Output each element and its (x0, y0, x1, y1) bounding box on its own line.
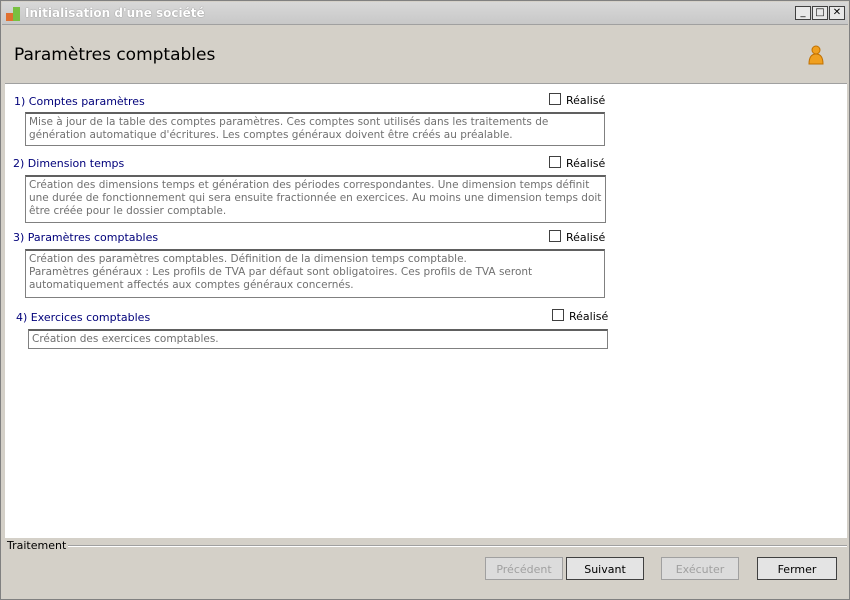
group-divider (61, 545, 847, 547)
step-title: 3) Paramètres comptables (13, 231, 159, 244)
step-title: 2) Dimension temps (13, 157, 125, 170)
realise-checkbox[interactable]: Réalisé (552, 309, 608, 323)
realise-checkbox[interactable]: Réalisé (549, 93, 605, 107)
checkbox-label: Réalisé (566, 94, 606, 107)
title-bar[interactable]: Initialisation d'une société _ □ ✕ (2, 2, 848, 25)
page-header: Paramètres comptables (2, 25, 848, 83)
step-description: Création des paramètres comptables. Défi… (25, 249, 605, 298)
main-window: Initialisation d'une société _ □ ✕ Param… (0, 0, 850, 600)
checkbox-box[interactable] (549, 93, 561, 105)
step-title: 1) Comptes paramètres (14, 95, 145, 108)
steps-panel: 1) Comptes paramètres Réalisé Mise à jou… (5, 83, 847, 538)
realise-checkbox[interactable]: Réalisé (549, 230, 605, 244)
next-button[interactable]: Suivant (566, 557, 644, 580)
step-description: Création des dimensions temps et générat… (25, 175, 606, 223)
previous-button[interactable]: Précédent (485, 557, 563, 580)
close-button[interactable]: Fermer (757, 557, 837, 580)
window-title: Initialisation d'une société (25, 6, 205, 20)
close-window-button[interactable]: ✕ (829, 6, 845, 20)
page-title: Paramètres comptables (14, 45, 216, 65)
minimize-button[interactable]: _ (795, 6, 811, 20)
user-icon (808, 45, 824, 65)
step-title: 4) Exercices comptables (16, 311, 151, 324)
maximize-button[interactable]: □ (812, 6, 828, 20)
group-label: Traitement (7, 539, 69, 552)
checkbox-box[interactable] (552, 309, 564, 321)
checkbox-box[interactable] (549, 156, 561, 168)
app-icon (6, 7, 20, 21)
execute-button[interactable]: Exécuter (661, 557, 739, 580)
step-description: Mise à jour de la table des comptes para… (25, 112, 605, 146)
step-description: Création des exercices comptables. (28, 329, 608, 349)
checkbox-label: Réalisé (566, 231, 606, 244)
checkbox-label: Réalisé (566, 157, 606, 170)
checkbox-label: Réalisé (569, 310, 609, 323)
realise-checkbox[interactable]: Réalisé (549, 156, 605, 170)
checkbox-box[interactable] (549, 230, 561, 242)
